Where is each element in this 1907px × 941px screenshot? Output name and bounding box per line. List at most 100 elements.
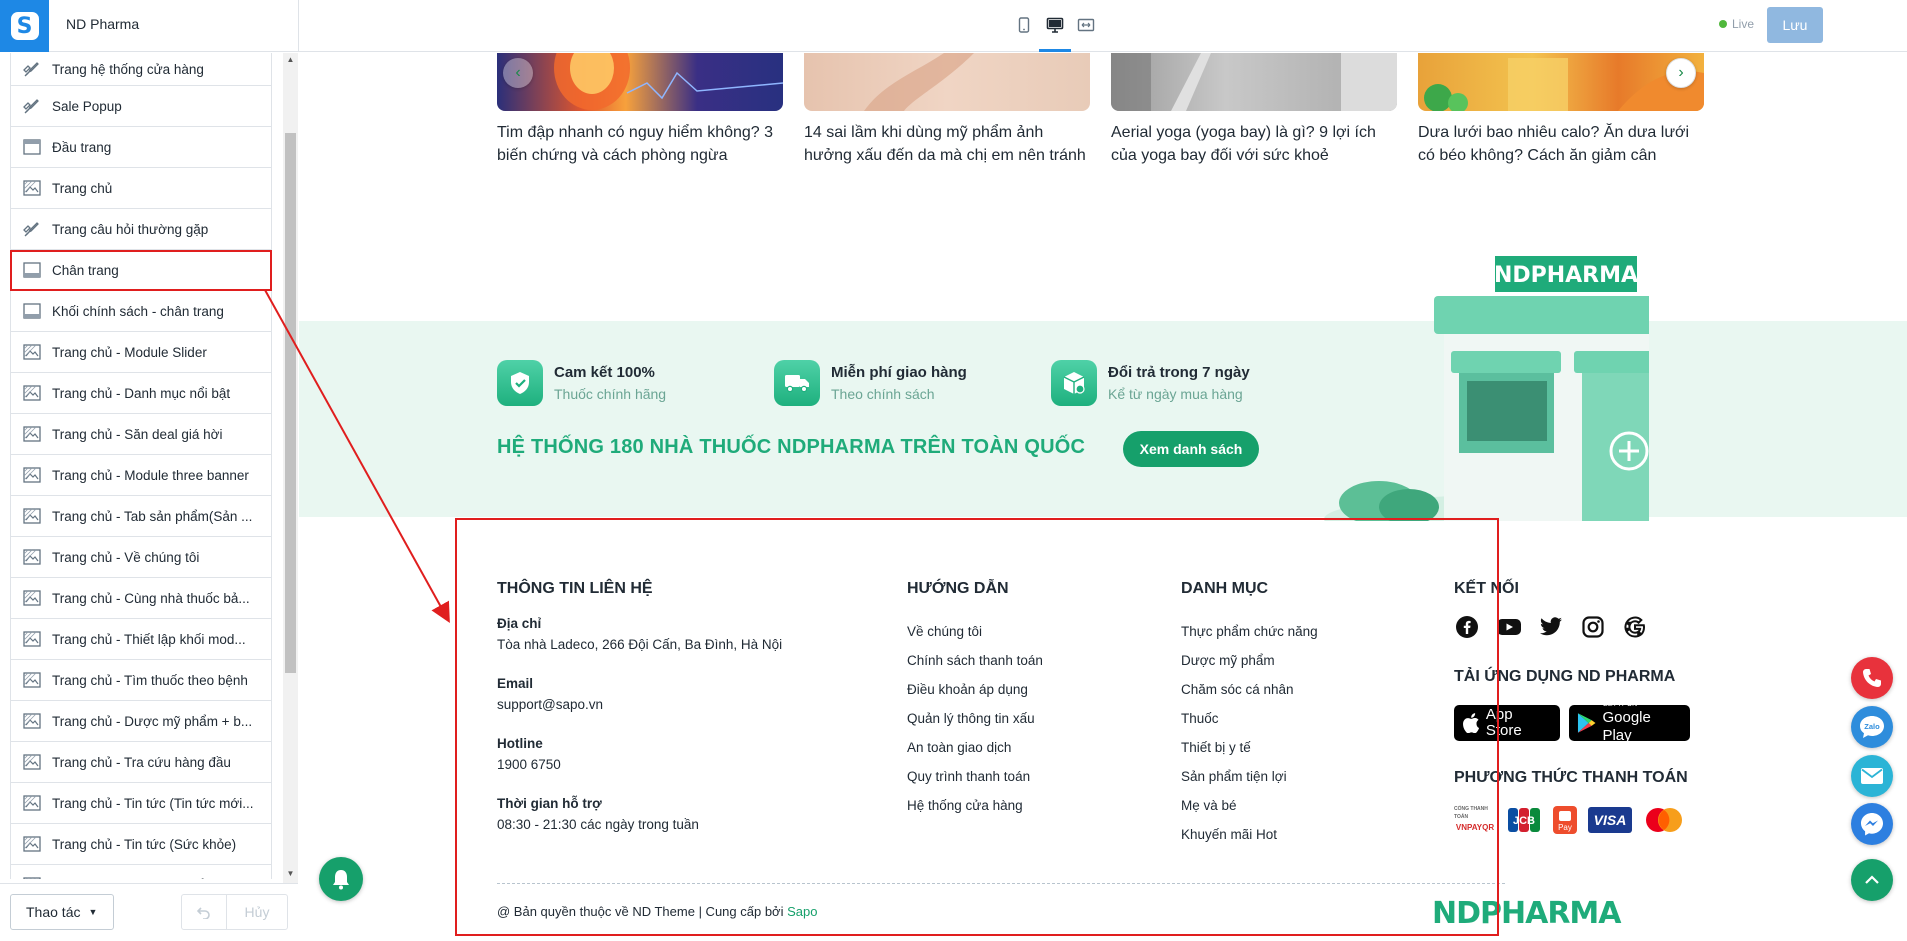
sidebar-section-item[interactable]: Trang chủ - Về chúng tôi [10, 537, 272, 578]
sidebar-section-item[interactable]: Trang hệ thống cửa hàng [10, 53, 272, 86]
cancel-button[interactable]: Hủy [226, 894, 288, 930]
sidebar-section-item[interactable]: Trang chủ - Danh mục nổi bật [10, 373, 272, 414]
news-title[interactable]: Tim đập nhanh có nguy hiểm không? 3 biến… [497, 121, 783, 167]
news-card[interactable]: Tim đập nhanh có nguy hiểm không? 3 biến… [497, 53, 783, 167]
google-play-label: Google Play [1602, 709, 1651, 744]
sidebar-section-label: Trang hệ thống cửa hàng [52, 61, 204, 77]
sidebar-section-label: Trang chủ - Tin tức (Sức khỏe) [52, 836, 237, 852]
live-status-label: Live [1732, 17, 1755, 31]
template-icon [21, 587, 43, 609]
policy-section: Cam kết 100% Thuốc chính hãng Miễn phí g… [299, 321, 1907, 517]
sidebar-section-label: Chân trang [52, 262, 119, 278]
call-button[interactable] [1851, 657, 1893, 699]
google-icon[interactable] [1622, 614, 1648, 640]
desktop-view-icon[interactable] [1044, 14, 1066, 36]
news-image[interactable] [1418, 53, 1704, 111]
news-image[interactable] [1111, 53, 1397, 111]
instagram-icon[interactable] [1580, 614, 1606, 640]
sidebar-section-item[interactable]: Trang chủ - Module three banner [10, 455, 272, 496]
twitter-icon[interactable] [1538, 614, 1564, 640]
back-to-top-button[interactable] [1851, 859, 1893, 901]
sapo-logo[interactable]: S [0, 0, 49, 52]
sidebar-section-item[interactable]: Trang chủ - Cùng nhà thuốc bả... [10, 578, 272, 619]
sidebar-footer: Thao tác ▼ Hủy [0, 883, 298, 941]
shield-check-icon [497, 360, 543, 406]
slider-next-arrow-icon[interactable]: › [1666, 58, 1696, 88]
sidebar-section-item[interactable]: Trang chủ - Tin tức (Tin tức mới... [10, 783, 272, 824]
scroll-down-arrow-icon[interactable]: ▼ [283, 869, 298, 881]
sidebar-section-item[interactable]: Trang danh sách sản phẩm [10, 865, 272, 879]
sidebar-section-item[interactable]: Sale Popup [10, 86, 272, 127]
scroll-up-arrow-icon[interactable]: ▲ [283, 55, 298, 67]
sidebar-section-label: Trang chủ - Thiết lập khối mod... [52, 631, 246, 647]
actions-dropdown[interactable]: Thao tác ▼ [10, 894, 114, 930]
news-card[interactable]: 14 sai lầm khi dùng mỹ phẩm ảnh hưởng xấ… [804, 53, 1090, 167]
sidebar-section-item[interactable]: Trang chủ - Module Slider [10, 332, 272, 373]
news-title[interactable]: Aerial yoga (yoga bay) là gì? 9 lợi ích … [1111, 121, 1397, 167]
news-title[interactable]: 14 sai lầm khi dùng mỹ phẩm ảnh hưởng xấ… [804, 121, 1090, 167]
youtube-icon[interactable] [1496, 614, 1522, 640]
fullscreen-view-icon[interactable] [1075, 14, 1097, 36]
policy-item: Cam kết 100% Thuốc chính hãng [497, 358, 666, 408]
template-icon [21, 710, 43, 732]
template-icon [21, 546, 43, 568]
notification-bell-button[interactable] [319, 857, 363, 901]
sidebar-section-item[interactable]: Trang chủ - Tìm thuốc theo bệnh [10, 660, 272, 701]
email-button[interactable] [1851, 755, 1893, 797]
header-layout-icon [21, 136, 43, 158]
sidebar-section-item[interactable]: Trang chủ - Tin tức (Sức khỏe) [10, 824, 272, 865]
template-icon [21, 464, 43, 486]
news-image[interactable] [497, 53, 783, 111]
news-title[interactable]: Dưa lưới bao nhiêu calo? Ăn dưa lưới có … [1418, 121, 1704, 167]
sidebar-section-label: Trang câu hỏi thường gặp [52, 221, 209, 237]
sidebar-section-item[interactable]: Khối chính sách - chân trang [10, 291, 272, 332]
sidebar-section-item[interactable]: Trang chủ - Tab sản phẩm(Sản ... [10, 496, 272, 537]
sidebar-section-label: Trang chủ - Module Slider [52, 344, 207, 360]
sidebar-section-label: Trang chủ - Cùng nhà thuốc bả... [52, 590, 250, 606]
template-icon [21, 874, 43, 879]
messenger-button[interactable] [1851, 803, 1893, 845]
theme-preview: Tim đập nhanh có nguy hiểm không? 3 biến… [299, 53, 1907, 941]
store-name: ND Pharma [66, 16, 140, 32]
sidebar-section-label: Trang chủ - Dược mỹ phẩm + b... [52, 713, 253, 729]
template-icon [21, 628, 43, 650]
svg-text:Zalo: Zalo [1864, 722, 1880, 731]
actions-label: Thao tác [26, 904, 81, 920]
zalo-icon: Zalo [1860, 716, 1884, 738]
mail-icon [1861, 768, 1883, 784]
undo-icon [197, 907, 210, 919]
news-image[interactable] [804, 53, 1090, 111]
sidebar-section-label: Trang chủ - Danh mục nổi bật [52, 385, 231, 401]
zalo-button[interactable]: Zalo [1851, 706, 1893, 748]
template-icon [21, 423, 43, 445]
sidebar-section-item[interactable]: Trang chủ - Dược mỹ phẩm + b... [10, 701, 272, 742]
mobile-view-icon[interactable] [1013, 14, 1035, 36]
google-play-badge[interactable]: GET IT ON Google Play [1569, 701, 1690, 744]
scrollbar-thumb[interactable] [285, 133, 296, 673]
jcb-text: JCB [1513, 815, 1535, 827]
sidebar-section-item[interactable]: Chân trang [10, 250, 272, 291]
undo-button[interactable] [181, 894, 227, 930]
policy-subtitle: Kể từ ngày mua hàng [1108, 386, 1243, 402]
slider-prev-arrow-icon[interactable]: ‹ [503, 58, 533, 88]
news-card[interactable]: Aerial yoga (yoga bay) là gì? 9 lợi ích … [1111, 53, 1397, 167]
sidebar-section-item[interactable]: Trang chủ - Săn deal giá hời [10, 414, 272, 455]
news-card[interactable]: Dưa lưới bao nhiêu calo? Ăn dưa lưới có … [1418, 53, 1704, 167]
sidebar-section-item[interactable]: Đầu trang [10, 127, 272, 168]
sidebar-section-item[interactable]: Trang câu hỏi thường gặp [10, 209, 272, 250]
messenger-icon [1861, 813, 1883, 836]
shopeepay-logo: Pay [1552, 805, 1578, 835]
sidebar-section-label: Trang chủ - Tra cứu hàng đầu [52, 754, 231, 770]
policy-subtitle: Theo chính sách [831, 386, 935, 402]
brush-icon [21, 95, 43, 117]
sidebar-section-item[interactable]: Trang chủ [10, 168, 272, 209]
save-button[interactable]: Lưu [1767, 7, 1823, 43]
pharmacy-illustration: NDPHARMA [1324, 256, 1649, 521]
sidebar-section-label: Trang chủ - Tab sản phẩm(Sản ... [52, 508, 253, 524]
sidebar-section-label: Trang chủ [52, 180, 113, 196]
sidebar-section-item[interactable]: Trang chủ - Tra cứu hàng đầu [10, 742, 272, 783]
sidebar-section-item[interactable]: Trang chủ - Thiết lập khối mod... [10, 619, 272, 660]
view-store-list-button[interactable]: Xem danh sách [1123, 431, 1259, 467]
sidebar-scrollbar[interactable]: ▲ ▼ [283, 53, 298, 883]
policy-title: Miễn phí giao hàng [831, 364, 967, 381]
